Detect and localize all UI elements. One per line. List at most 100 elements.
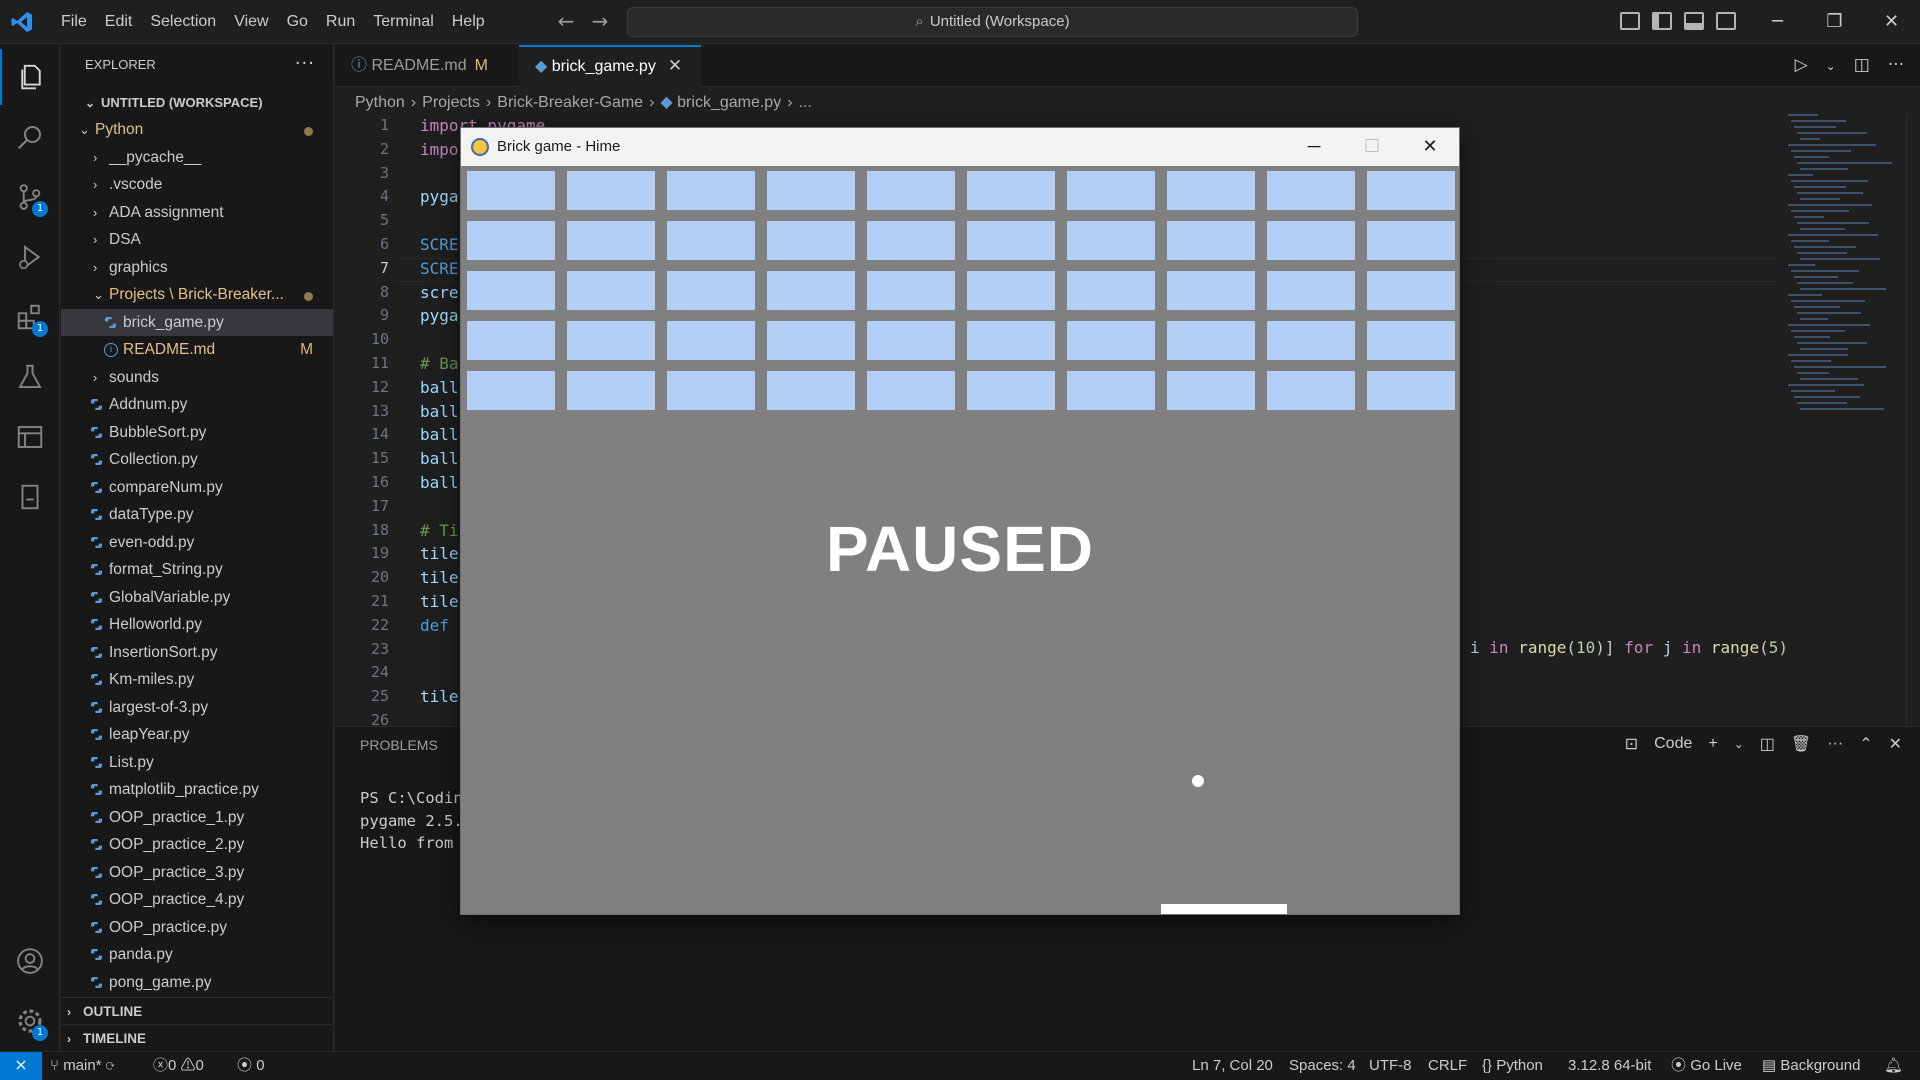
forward-arrow-icon[interactable]: →	[590, 9, 610, 35]
tree-file[interactable]: List.py	[61, 749, 333, 777]
tree-file[interactable]: compareNum.py	[61, 474, 333, 502]
game-canvas[interactable]: PAUSED	[461, 166, 1459, 914]
terminal-output[interactable]: PS C:\Codin pygame 2.5. Hello from	[360, 787, 463, 855]
breadcrumb-item[interactable]: Brick-Breaker-Game	[497, 94, 643, 111]
go-live-button[interactable]: ⦿ Go Live	[1671, 1052, 1742, 1080]
branch-indicator[interactable]: ⑂ main* ⟳	[50, 1052, 115, 1080]
remote-indicator-icon[interactable]: ⨯	[0, 1052, 42, 1080]
tree-file[interactable]: Helloworld.py	[61, 611, 333, 639]
problems-indicator[interactable]: ⓧ0 ⚠0	[153, 1052, 204, 1080]
editor-scrollbar[interactable]	[1906, 114, 1920, 724]
breadcrumb-item[interactable]: Projects	[422, 94, 480, 111]
tree-file[interactable]: InsertionSort.py	[61, 639, 333, 667]
tree-folder[interactable]: ⌄ Projects \ Brick-Breaker...	[61, 281, 333, 309]
menu-terminal[interactable]: Terminal	[364, 0, 442, 44]
tab-brick-game[interactable]: ◆ brick_game.py ✕	[519, 45, 701, 87]
close-icon[interactable]: ✕	[1863, 0, 1920, 44]
outline-section[interactable]: › OUTLINE	[61, 997, 333, 1024]
remote-explorer-icon[interactable]	[0, 409, 60, 465]
extensions-icon[interactable]: 1	[0, 289, 60, 345]
background-indicator[interactable]: ▤ Background	[1762, 1052, 1860, 1080]
toggle-panel-icon[interactable]	[1684, 12, 1704, 30]
settings-gear-icon[interactable]: 1	[0, 993, 60, 1049]
cursor-position[interactable]: Ln 7, Col 20	[1192, 1052, 1273, 1080]
more-actions-icon[interactable]: ···	[1827, 735, 1843, 753]
tree-file[interactable]: Addnum.py	[61, 391, 333, 419]
command-center[interactable]: ⌕ Untitled (Workspace)	[627, 7, 1358, 37]
testing-flask-icon[interactable]	[0, 349, 60, 405]
back-arrow-icon[interactable]: ←	[556, 9, 576, 35]
trash-icon[interactable]: 🗑	[1791, 734, 1811, 754]
notifications-bell-icon[interactable]: 🔔︎	[1884, 1052, 1903, 1080]
pygame-window[interactable]: Brick game - Hime ─ ☐ ✕ PAUSED	[460, 127, 1460, 915]
tree-folder[interactable]: ⌄ Python	[61, 116, 333, 144]
tree-folder[interactable]: › graphics	[61, 254, 333, 282]
more-actions-icon[interactable]: ···	[295, 53, 315, 74]
encoding[interactable]: UTF-8	[1369, 1052, 1412, 1080]
explorer-icon[interactable]	[0, 49, 60, 105]
tree-folder[interactable]: › __pycache__	[61, 144, 333, 172]
menu-run[interactable]: Run	[317, 0, 364, 44]
maximize-panel-icon[interactable]: ⌃	[1859, 734, 1872, 754]
workspace-section[interactable]: ⌄ UNTITLED (WORKSPACE)	[61, 90, 333, 116]
search-icon[interactable]	[0, 109, 60, 165]
tree-file[interactable]: BubbleSort.py	[61, 419, 333, 447]
source-control-icon[interactable]: 1	[0, 169, 60, 225]
notebook-icon[interactable]	[0, 469, 60, 525]
split-editor-icon[interactable]: ◫	[1854, 55, 1870, 77]
sync-icon[interactable]: ⟳	[106, 1057, 115, 1074]
game-window-titlebar[interactable]: Brick game - Hime ─ ☐ ✕	[461, 128, 1459, 166]
tree-file[interactable]: pong_game.py	[61, 969, 333, 997]
split-terminal-icon[interactable]: ◫	[1760, 734, 1775, 754]
ports-indicator[interactable]: ⦿ 0	[237, 1052, 265, 1080]
tree-file[interactable]: OOP_practice_2.py	[61, 831, 333, 859]
tab-problems[interactable]: PROBLEMS	[360, 737, 438, 753]
tree-folder[interactable]: › DSA	[61, 226, 333, 254]
chevron-down-icon[interactable]: ⌄	[1734, 737, 1744, 751]
more-actions-icon[interactable]: ···	[1888, 55, 1904, 77]
tree-file[interactable]: GlobalVariable.py	[61, 584, 333, 612]
minimize-icon[interactable]: ─	[1285, 128, 1343, 166]
tree-file[interactable]: matplotlib_practice.py	[61, 776, 333, 804]
tree-file[interactable]: Collection.py	[61, 446, 333, 474]
tree-file[interactable]: leapYear.py	[61, 721, 333, 749]
tree-folder[interactable]: › .vscode	[61, 171, 333, 199]
tree-file[interactable]: OOP_practice_4.py	[61, 886, 333, 914]
accounts-icon[interactable]	[0, 933, 60, 989]
toggle-secondary-sidebar-icon[interactable]	[1716, 12, 1736, 30]
menu-view[interactable]: View	[225, 0, 277, 44]
tree-folder[interactable]: › ADA assignment	[61, 199, 333, 227]
tree-file[interactable]: dataType.py	[61, 501, 333, 529]
run-debug-icon[interactable]	[0, 229, 60, 285]
minimap[interactable]	[1780, 114, 1900, 724]
menu-edit[interactable]: Edit	[96, 0, 142, 44]
close-panel-icon[interactable]: ✕	[1889, 734, 1902, 754]
close-icon[interactable]: ✕	[1401, 128, 1459, 166]
timeline-section[interactable]: › TIMELINE	[61, 1024, 333, 1051]
language-mode[interactable]: {} Python	[1482, 1052, 1543, 1080]
tree-file[interactable]: Km-miles.py	[61, 666, 333, 694]
toggle-primary-sidebar-icon[interactable]	[1652, 12, 1672, 30]
tree-folder[interactable]: › sounds	[61, 364, 333, 392]
menu-selection[interactable]: Selection	[141, 0, 225, 44]
minimize-icon[interactable]: ─	[1749, 0, 1806, 44]
breadcrumb-item[interactable]: ...	[799, 94, 812, 111]
tree-file[interactable]: OOP_practice_3.py	[61, 859, 333, 887]
tree-file[interactable]: i README.md M	[61, 336, 333, 364]
line-ending[interactable]: CRLF	[1428, 1052, 1467, 1080]
restore-icon[interactable]: ❐	[1806, 0, 1863, 44]
close-tab-icon[interactable]: ✕	[668, 56, 682, 75]
tree-file[interactable]: panda.py	[61, 941, 333, 969]
tree-file[interactable]: OOP_practice_1.py	[61, 804, 333, 832]
customize-layout-icon[interactable]	[1620, 12, 1640, 30]
tree-file[interactable]: format_String.py	[61, 556, 333, 584]
python-interpreter[interactable]: 3.12.8 64-bit	[1568, 1052, 1651, 1080]
breadcrumb-item[interactable]: Python	[355, 94, 405, 111]
new-terminal-icon[interactable]: +	[1708, 735, 1717, 753]
menu-help[interactable]: Help	[443, 0, 494, 44]
indentation[interactable]: Spaces: 4	[1289, 1052, 1356, 1080]
breadcrumb-item[interactable]: brick_game.py	[677, 94, 781, 111]
tree-file[interactable]: brick_game.py	[61, 308, 333, 336]
tree-file[interactable]: even-odd.py	[61, 529, 333, 557]
menu-go[interactable]: Go	[278, 0, 317, 44]
